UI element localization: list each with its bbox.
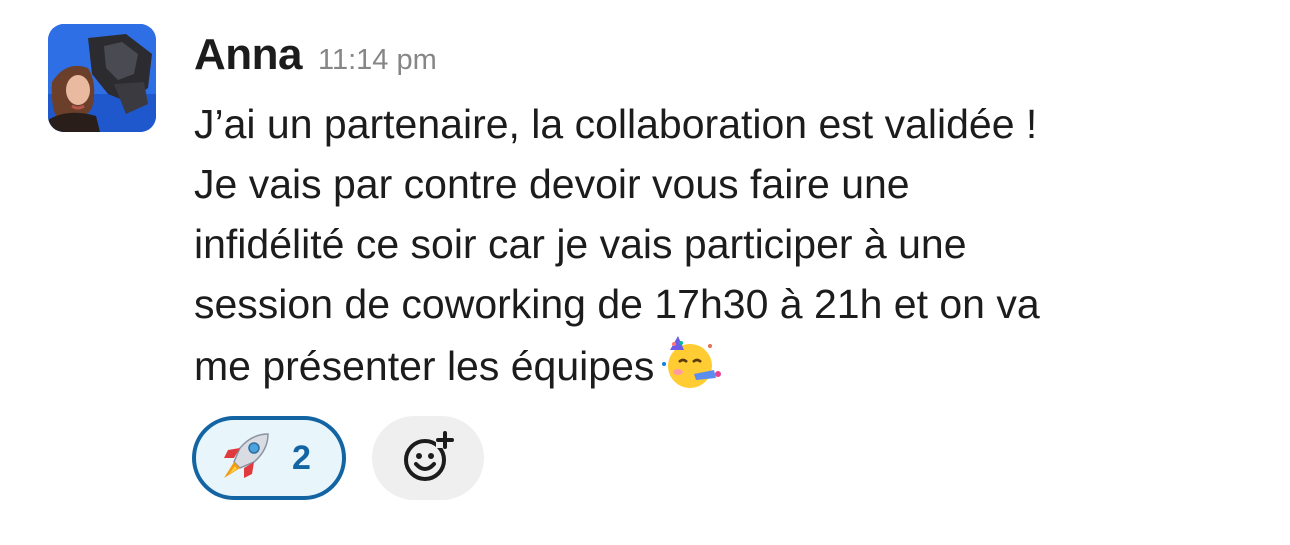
message-line: Je vais par contre devoir vous faire une — [194, 161, 910, 207]
message-line: me présenter les équipes — [194, 343, 655, 389]
reactions-bar: 2 — [192, 416, 484, 500]
avatar-image — [48, 24, 156, 132]
message-line-last: me présenter les équipes — [194, 334, 1264, 406]
rocket-icon — [218, 428, 274, 489]
message-body: J’ai un partenaire, la collaboration est… — [194, 94, 1264, 406]
partying-face-icon — [660, 334, 722, 406]
sender-name[interactable]: Anna — [194, 30, 303, 80]
message-line: J’ai un partenaire, la collaboration est… — [194, 101, 1038, 147]
message-header: Anna 11:14 pm — [194, 30, 437, 86]
reaction-count: 2 — [292, 438, 311, 477]
message: Anna 11:14 pm J’ai un partenaire, la col… — [0, 0, 1290, 545]
avatar[interactable] — [48, 24, 156, 132]
add-reaction-icon — [400, 428, 456, 489]
message-line: infidélité ce soir car je vais participe… — [194, 221, 967, 267]
message-line: session de coworking de 17h30 à 21h et o… — [194, 281, 1040, 327]
timestamp[interactable]: 11:14 pm — [318, 44, 437, 77]
add-reaction-button[interactable] — [372, 416, 484, 500]
reaction-rocket[interactable]: 2 — [192, 416, 346, 500]
